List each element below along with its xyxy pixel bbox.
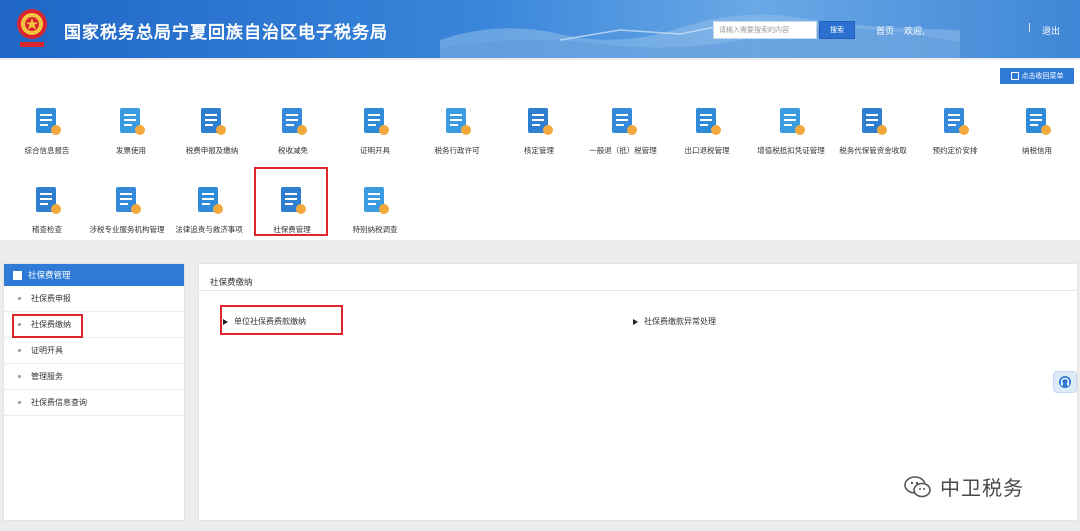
invoice-icon [120,108,145,135]
menu-item-label: 法律追责与救济事项 [175,225,243,234]
special-investigation-icon [364,187,389,214]
welcome-text: 欢迎, [904,27,925,37]
menu-item-label: 税费申报及缴纳 [185,146,239,155]
custody-fund-icon [862,108,887,135]
menu-item-13[interactable]: 纳税信用 [992,105,1080,156]
search-button[interactable]: 搜索 [819,21,855,39]
menu-item-label: 稽查检查 [32,225,62,234]
highlight-social-security-menu [254,167,328,236]
menu-item-label: 证明开具 [360,146,390,155]
document-icon [13,270,22,280]
refund-icon [612,108,637,135]
menu-item-label: 纳税信用 [1022,146,1052,155]
license-icon [446,108,471,135]
menu-item-2[interactable]: 发票使用 [86,105,176,156]
bullet-icon [18,297,21,300]
bullet-icon [18,401,21,404]
certificate-icon [364,108,389,135]
function-menu-panel: 点击收回菜单 综合信息报告 发票使用 税费申报及缴纳 税收减免 证明开具 税务行政许可 核定… [0,60,1080,240]
menu-item-label: 税务行政许可 [434,146,480,155]
menu-item-label: 特别纳税调查 [352,225,398,234]
watermark-text: 中卫税务 [940,476,1024,500]
link-label: 社保费缴款异常处理 [644,317,716,326]
tax-emblem-logo [17,9,47,47]
sidebar-item-certificate[interactable]: 证明开具 [4,338,184,364]
menu-item-label: 预约定价安排 [932,146,978,155]
sidebar-title: 社保费管理 [28,271,71,281]
triangle-right-icon [633,318,638,325]
tax-declaration-icon [201,108,226,135]
page-title: 社保费缴纳 [210,278,253,288]
sidebar-item-management[interactable]: 管理服务 [4,364,184,390]
menu-item-label: 发票使用 [116,146,146,155]
menu-item-label: 综合信息报告 [24,146,70,155]
menu-item-7[interactable]: 核定管理 [494,105,584,156]
menu-item-8[interactable]: 一般退（抵）税管理 [578,105,668,156]
collapse-menu-button[interactable]: 点击收回菜单 [1000,68,1074,84]
menu-item-label: 税收减免 [278,146,308,155]
menu-item-9[interactable]: 出口退税管理 [662,105,752,156]
menu-item-3[interactable]: 税费申报及缴纳 [167,105,257,156]
menu-item-label: 增值税抵扣凭证管理 [757,146,825,155]
menu-item-1[interactable]: 综合信息报告 [2,105,92,156]
menu-item-12[interactable]: 预约定价安排 [910,105,1000,156]
sidebar-item-label: 管理服务 [31,372,63,381]
customer-service-button[interactable] [1053,371,1077,393]
menu-item-label: 税务代保管资金收取 [839,146,907,155]
site-header: 国家税务总局宁夏回族自治区电子税务局 搜索 首页 欢迎, | 退出 [0,0,1080,58]
bullet-icon [18,375,21,378]
tax-assessment-icon [528,108,553,135]
menu-item-4[interactable]: 税收减免 [248,105,338,156]
sidebar-item-declaration[interactable]: 社保费申报 [4,286,184,312]
site-title: 国家税务总局宁夏回族自治区电子税务局 [64,23,388,43]
sidebar-item-label: 社保费申报 [31,294,71,303]
menu-item-10[interactable]: 增值税抵扣凭证管理 [746,105,836,156]
wechat-icon [904,475,931,497]
search-input[interactable] [713,21,817,39]
headset-icon [1059,376,1071,388]
legal-icon [198,187,223,214]
sidebar-header[interactable]: 社保费管理 [4,264,184,286]
report-icon [36,108,61,135]
home-link[interactable]: 首页 [876,24,894,37]
sidebar-item-label: 证明开具 [31,346,63,355]
vat-deduction-icon [780,108,805,135]
menu-item-11[interactable]: 税务代保管资金收取 [828,105,918,156]
highlight-sidebar-payment [12,314,83,338]
highlight-unit-payment-link [220,305,343,335]
menu-item-14[interactable]: 稽查检查 [2,184,92,235]
menu-item-6[interactable]: 税务行政许可 [412,105,502,156]
inspection-icon [36,187,61,214]
tax-relief-icon [282,108,307,135]
menu-item-label: 一般退（抵）税管理 [589,146,657,155]
menu-item-15[interactable]: 涉税专业服务机构管理 [82,184,172,235]
sidebar-item-label: 社保费信息查询 [31,398,87,407]
menu-item-label: 核定管理 [524,146,554,155]
collapse-label: 点击收回菜单 [1021,72,1064,80]
menu-item-label: 涉税专业服务机构管理 [89,225,165,234]
credit-icon [1026,108,1051,135]
logout-link[interactable]: 退出 [1042,24,1060,37]
menu-item-16[interactable]: 法律追责与救济事项 [164,184,254,235]
nav-separator: | [1028,23,1032,33]
menu-item-18[interactable]: 特别纳税调查 [330,184,420,235]
pricing-arrangement-icon [944,108,969,135]
collapse-icon [1010,72,1019,80]
agency-icon [116,187,141,214]
sidebar-item-query[interactable]: 社保费信息查询 [4,390,184,416]
title-divider [199,290,1077,291]
payment-exception-link[interactable]: 社保费缴款异常处理 [633,316,716,327]
menu-item-label: 出口退税管理 [684,146,730,155]
export-refund-icon [696,108,721,135]
sidebar: 社保费管理 社保费申报 社保费缴纳 证明开具 管理服务 社保费信息查询 [3,263,185,521]
wechat-watermark: 中卫税务 [904,472,1024,501]
menu-item-5[interactable]: 证明开具 [330,105,420,156]
bullet-icon [18,349,21,352]
